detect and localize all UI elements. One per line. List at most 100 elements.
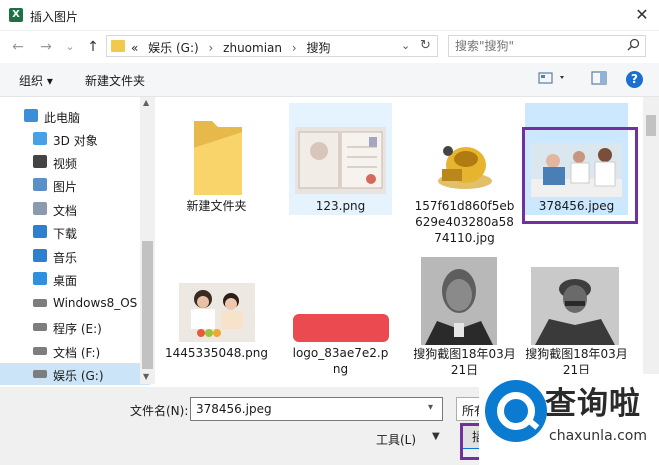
filename-input[interactable]: 378456.jpeg ▾: [190, 397, 443, 421]
sidebar-item-label: 桌面: [53, 274, 78, 288]
drive-icon: [33, 347, 47, 355]
sidebar-item-pictures[interactable]: 图片: [0, 174, 150, 196]
image-thumbnail: [436, 129, 494, 195]
logo-icon: [485, 380, 547, 442]
computer-icon: [24, 109, 38, 122]
file-item[interactable]: 搜狗截图18年03月21日: [525, 255, 628, 383]
navigation-pane: 此电脑 3D 对象 视频 图片 文档 下载 音乐 桌面 Windows8_OS …: [0, 97, 155, 387]
sidebar-item-videos[interactable]: 视频: [0, 151, 150, 173]
file-item[interactable]: 新建文件夹: [165, 103, 268, 215]
file-item[interactable]: 157f61d860f5eb629e403280a5874110.jpg: [413, 103, 516, 253]
desktop-icon: [33, 272, 47, 285]
sidebar-item-label: 下载: [53, 227, 78, 241]
image-thumbnail: [179, 283, 255, 342]
image-thumbnail: [293, 314, 389, 342]
video-icon: [33, 155, 47, 168]
file-item[interactable]: logo_83ae7e2.png: [289, 263, 392, 383]
sidebar-item-desktop[interactable]: 桌面: [0, 268, 150, 290]
sidebar-item-3d-objects[interactable]: 3D 对象: [0, 128, 150, 150]
file-name: 新建文件夹: [186, 199, 247, 213]
file-item[interactable]: 123.png: [289, 103, 392, 215]
sidebar-item-downloads[interactable]: 下载: [0, 221, 150, 243]
scrollbar-thumb[interactable]: [646, 115, 656, 136]
sidebar-item-label: 文档 (F:): [53, 346, 101, 360]
sidebar-item-label: 图片: [53, 180, 78, 194]
sidebar-item-label: Windows8_OS: [53, 296, 138, 310]
music-icon: [33, 249, 47, 262]
sidebar-item-drive-g[interactable]: 娱乐 (G:): [0, 363, 150, 385]
new-folder-button[interactable]: 新建文件夹: [85, 72, 145, 89]
sidebar-item-drive-f[interactable]: 文档 (F:): [0, 340, 150, 362]
file-name: 157f61d860f5eb629e403280a5874110.jpg: [414, 199, 515, 245]
sidebar-item-windows8-os[interactable]: Windows8_OS: [0, 292, 150, 314]
recent-locations-icon[interactable]: ⌄: [60, 37, 80, 57]
forward-arrow-icon[interactable]: →: [36, 37, 56, 57]
folder-icon: [111, 40, 125, 52]
breadcrumb-separator-icon[interactable]: ›: [292, 41, 297, 55]
file-item[interactable]: 搜狗截图18年03月21日: [413, 255, 516, 383]
filename-value[interactable]: 378456.jpeg: [196, 402, 272, 416]
folder-icon: [190, 115, 246, 195]
file-item[interactable]: 1445335048.png: [165, 263, 268, 383]
image-thumbnail: [421, 257, 497, 345]
refresh-icon[interactable]: ↻: [420, 38, 431, 53]
3d-objects-icon: [33, 132, 47, 145]
breadcrumb-overflow[interactable]: «: [131, 41, 138, 55]
scroll-up-icon[interactable]: ▲: [143, 98, 149, 107]
watermark-logo: 查询啦 chaxunla.com: [479, 374, 659, 465]
watermark-url: chaxunla.com: [549, 428, 647, 444]
sidebar-item-documents[interactable]: 文档: [0, 198, 150, 220]
title-bar: X 插入图片 ✕: [0, 0, 659, 31]
drive-icon: [33, 370, 47, 378]
file-name: 1445335048.png: [165, 346, 269, 360]
address-row: ← → ⌄ ↑ « 娱乐 (G:) › zhuomian › 搜狗 ⌄ ↻: [0, 31, 659, 63]
scroll-down-icon[interactable]: ▼: [143, 372, 149, 381]
download-icon: [33, 225, 47, 238]
image-thumbnail: [531, 267, 619, 345]
close-icon[interactable]: ✕: [630, 3, 654, 27]
back-arrow-icon[interactable]: ←: [8, 37, 28, 57]
sidebar-item-label: 此电脑: [44, 111, 81, 125]
help-icon[interactable]: ?: [626, 71, 643, 88]
search-icon[interactable]: [627, 38, 640, 54]
filename-label: 文件名(N):: [130, 404, 189, 418]
sidebar-item-label: 文档: [53, 204, 78, 218]
sidebar-item-label: 程序 (E:): [53, 322, 102, 336]
chevron-down-icon[interactable]: ▼: [432, 431, 440, 442]
breadcrumb-separator-icon[interactable]: ›: [209, 41, 214, 55]
breadcrumb: « 娱乐 (G:) › zhuomian › 搜狗: [131, 39, 337, 56]
sidebar-item-music[interactable]: 音乐: [0, 245, 150, 267]
address-bar[interactable]: « 娱乐 (G:) › zhuomian › 搜狗 ⌄ ↻: [106, 35, 438, 57]
file-name: logo_83ae7e2.png: [292, 346, 389, 376]
breadcrumb-sougou[interactable]: 搜狗: [306, 41, 330, 55]
breadcrumb-drive[interactable]: 娱乐 (G:): [148, 41, 199, 55]
preview-pane-icon[interactable]: [591, 71, 607, 88]
up-arrow-icon[interactable]: ↑: [83, 37, 103, 57]
file-list-scrollbar[interactable]: [643, 97, 659, 387]
highlight-box: [522, 127, 638, 224]
search-box[interactable]: [448, 35, 646, 57]
excel-app-icon: X: [9, 8, 23, 22]
command-toolbar: 组织 ▾ 新建文件夹 ?: [0, 63, 659, 97]
search-input[interactable]: [455, 38, 615, 54]
address-dropdown-icon[interactable]: ⌄: [401, 39, 410, 52]
tools-menu[interactable]: 工具(L) ▼: [376, 431, 440, 448]
sidebar-scrollbar[interactable]: ▲ ▼: [140, 97, 155, 384]
watermark-text: 查询啦: [545, 386, 641, 422]
breadcrumb-zhuomian[interactable]: zhuomian: [223, 41, 282, 55]
view-menu-icon[interactable]: [538, 71, 568, 88]
sidebar-item-drive-e[interactable]: 程序 (E:): [0, 316, 150, 338]
chevron-down-icon[interactable]: ▾: [428, 402, 433, 413]
scrollbar-thumb[interactable]: [142, 241, 153, 369]
organize-menu[interactable]: 组织 ▾: [19, 72, 53, 89]
drive-icon: [33, 299, 47, 307]
window-title: 插入图片: [30, 10, 79, 24]
sidebar-item-label: 音乐: [53, 251, 78, 265]
sidebar-item-label: 3D 对象: [53, 134, 98, 148]
file-name: 123.png: [315, 199, 366, 213]
sidebar-item-this-pc[interactable]: 此电脑: [0, 105, 150, 127]
documents-icon: [33, 202, 47, 215]
tools-label[interactable]: 工具(L): [376, 433, 416, 447]
sidebar-item-label: 娱乐 (G:): [53, 369, 104, 383]
sidebar-item-label: 视频: [53, 157, 78, 171]
